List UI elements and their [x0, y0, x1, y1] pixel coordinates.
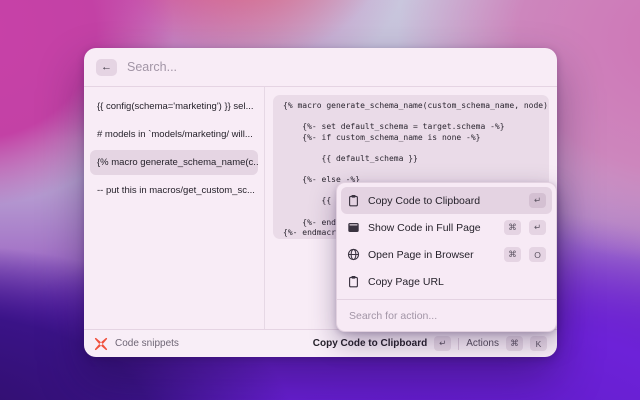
list-item-label: # models in `models/marketing/ will... [97, 129, 253, 140]
action-search-input[interactable] [349, 310, 544, 322]
list-item-label: {% macro generate_schema_name(c... [97, 157, 258, 168]
extension-logo-icon [94, 337, 108, 350]
menu-item-label: Open Page in Browser [368, 248, 474, 261]
list-item-selected[interactable]: {% macro generate_schema_name(c... [90, 150, 258, 175]
list-item-label: -- put this in macros/get_custom_sc... [97, 185, 255, 196]
clipboard-icon [347, 275, 360, 288]
status-separator [458, 337, 460, 350]
status-bar: Code snippets Copy Code to Clipboard ↵ A… [84, 330, 557, 357]
clipboard-icon [347, 194, 360, 207]
back-button[interactable]: ← [96, 58, 117, 76]
app-name: Code snippets [115, 338, 179, 349]
list-item-label: {{ config(schema='marketing') }} sel... [97, 101, 254, 112]
list-item[interactable]: {{ config(schema='marketing') }} sel... [90, 94, 258, 119]
globe-icon [347, 248, 360, 261]
arrow-left-icon: ← [101, 61, 112, 73]
menu-item-copy-code[interactable]: Copy Code to Clipboard ↵ [341, 187, 552, 214]
menu-item-copy-url[interactable]: Copy Page URL [341, 268, 552, 295]
menu-item-label: Copy Page URL [368, 275, 444, 288]
actions-menu: Copy Code to Clipboard ↵ Show Code in Fu… [336, 182, 557, 332]
actions-button[interactable]: Actions [466, 338, 499, 349]
o-key-badge: O [529, 247, 546, 262]
search-input[interactable] [127, 60, 545, 74]
snippet-list: {{ config(schema='marketing') }} sel... … [84, 87, 264, 329]
actions-menu-rows: Copy Code to Clipboard ↵ Show Code in Fu… [337, 183, 556, 299]
primary-action-button[interactable]: Copy Code to Clipboard [313, 338, 427, 349]
cmd-key-badge: ⌘ [504, 247, 521, 262]
menu-item-open-browser[interactable]: Open Page in Browser ⌘ O [341, 241, 552, 268]
list-item[interactable]: -- put this in macros/get_custom_sc... [90, 178, 258, 203]
cmd-key-badge: ⌘ [504, 220, 521, 235]
menu-item-label: Copy Code to Clipboard [368, 194, 481, 207]
k-key-badge: K [530, 336, 547, 351]
action-search [337, 300, 556, 331]
list-item[interactable]: # models in `models/marketing/ will... [90, 122, 258, 147]
enter-key-badge: ↵ [434, 336, 452, 351]
enter-key-badge: ↵ [529, 220, 546, 235]
cmd-key-badge: ⌘ [506, 336, 523, 351]
app-window-icon [347, 221, 360, 234]
search-bar: ← [84, 48, 557, 86]
enter-key-badge: ↵ [529, 193, 546, 208]
menu-item-show-full-page[interactable]: Show Code in Full Page ⌘ ↵ [341, 214, 552, 241]
menu-item-label: Show Code in Full Page [368, 221, 481, 234]
